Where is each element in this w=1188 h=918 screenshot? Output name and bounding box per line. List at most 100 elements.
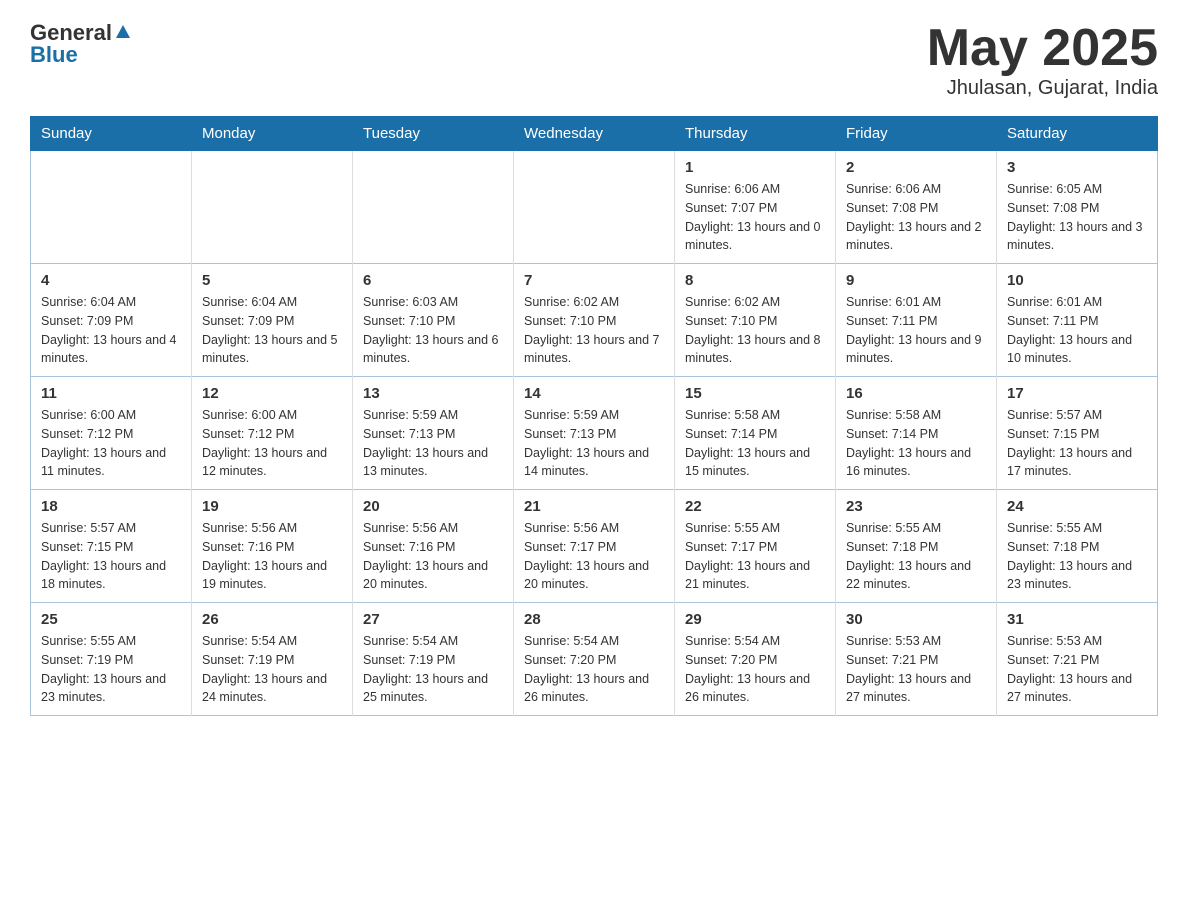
day-info: Sunrise: 6:05 AM Sunset: 7:08 PM Dayligh… bbox=[1007, 180, 1147, 255]
calendar-row-2: 11 Sunrise: 6:00 AM Sunset: 7:12 PM Dayli… bbox=[31, 377, 1158, 490]
day-info: Sunrise: 6:00 AM Sunset: 7:12 PM Dayligh… bbox=[202, 406, 342, 481]
calendar-row-3: 18 Sunrise: 5:57 AM Sunset: 7:15 PM Dayli… bbox=[31, 490, 1158, 603]
page-header: General Blue May 2025 Jhulasan, Gujarat,… bbox=[30, 20, 1158, 100]
calendar-cell: 23Sunrise: 5:55 AM Sunset: 7:18 PM Dayli… bbox=[836, 490, 997, 603]
day-info: Sunrise: 5:55 AM Sunset: 7:17 PM Dayligh… bbox=[685, 519, 825, 594]
day-info: Sunrise: 6:01 AM Sunset: 7:11 PM Dayligh… bbox=[1007, 293, 1147, 368]
day-number: 30 bbox=[846, 611, 986, 628]
day-info: Sunrise: 6:00 AM Sunset: 7:12 PM Dayligh… bbox=[41, 406, 181, 481]
header-wednesday: Wednesday bbox=[514, 117, 675, 151]
day-number: 12 bbox=[202, 385, 342, 402]
day-number: 1 bbox=[685, 159, 825, 176]
header-friday: Friday bbox=[836, 117, 997, 151]
day-number: 13 bbox=[363, 385, 503, 402]
day-number: 9 bbox=[846, 272, 986, 289]
calendar-title: May 2025 bbox=[927, 20, 1158, 77]
day-info: Sunrise: 5:59 AM Sunset: 7:13 PM Dayligh… bbox=[524, 406, 664, 481]
calendar-cell: 29Sunrise: 5:54 AM Sunset: 7:20 PM Dayli… bbox=[675, 603, 836, 716]
day-info: Sunrise: 5:53 AM Sunset: 7:21 PM Dayligh… bbox=[1007, 632, 1147, 707]
calendar-cell: 7 Sunrise: 6:02 AM Sunset: 7:10 PM Daylig… bbox=[514, 264, 675, 377]
calendar-cell: 9 Sunrise: 6:01 AM Sunset: 7:11 PM Daylig… bbox=[836, 264, 997, 377]
day-number: 4 bbox=[41, 272, 181, 289]
calendar-cell: 10 Sunrise: 6:01 AM Sunset: 7:11 PM Dayli… bbox=[997, 264, 1158, 377]
day-number: 7 bbox=[524, 272, 664, 289]
day-info: Sunrise: 5:54 AM Sunset: 7:19 PM Dayligh… bbox=[202, 632, 342, 707]
day-info: Sunrise: 6:06 AM Sunset: 7:07 PM Dayligh… bbox=[685, 180, 825, 255]
calendar-cell: 27 Sunrise: 5:54 AM Sunset: 7:19 PM Dayli… bbox=[353, 603, 514, 716]
calendar-cell: 1 Sunrise: 6:06 AM Sunset: 7:07 PM Daylig… bbox=[675, 151, 836, 264]
calendar-cell: 20Sunrise: 5:56 AM Sunset: 7:16 PM Dayli… bbox=[353, 490, 514, 603]
logo-text-blue: Blue bbox=[30, 42, 78, 68]
calendar-cell: 4 Sunrise: 6:04 AM Sunset: 7:09 PM Daylig… bbox=[31, 264, 192, 377]
day-info: Sunrise: 6:06 AM Sunset: 7:08 PM Dayligh… bbox=[846, 180, 986, 255]
day-info: Sunrise: 5:56 AM Sunset: 7:16 PM Dayligh… bbox=[363, 519, 503, 594]
calendar-cell: 14 Sunrise: 5:59 AM Sunset: 7:13 PM Dayli… bbox=[514, 377, 675, 490]
day-number: 26 bbox=[202, 611, 342, 628]
calendar-header-row: SundayMondayTuesdayWednesdayThursdayFrid… bbox=[31, 117, 1158, 151]
day-info: Sunrise: 5:57 AM Sunset: 7:15 PM Dayligh… bbox=[1007, 406, 1147, 481]
calendar-cell: 3 Sunrise: 6:05 AM Sunset: 7:08 PM Daylig… bbox=[997, 151, 1158, 264]
calendar-cell: 5Sunrise: 6:04 AM Sunset: 7:09 PM Daylig… bbox=[192, 264, 353, 377]
calendar-table: SundayMondayTuesdayWednesdayThursdayFrid… bbox=[30, 116, 1158, 716]
calendar-cell: 26 Sunrise: 5:54 AM Sunset: 7:19 PM Dayli… bbox=[192, 603, 353, 716]
day-number: 14 bbox=[524, 385, 664, 402]
day-number: 25 bbox=[41, 611, 181, 628]
day-info: Sunrise: 6:04 AM Sunset: 7:09 PM Dayligh… bbox=[41, 293, 181, 368]
day-number: 21 bbox=[524, 498, 664, 515]
day-number: 8 bbox=[685, 272, 825, 289]
calendar-cell: 13 Sunrise: 5:59 AM Sunset: 7:13 PM Dayli… bbox=[353, 377, 514, 490]
calendar-row-0: 1 Sunrise: 6:06 AM Sunset: 7:07 PM Daylig… bbox=[31, 151, 1158, 264]
day-number: 11 bbox=[41, 385, 181, 402]
day-info: Sunrise: 6:01 AM Sunset: 7:11 PM Dayligh… bbox=[846, 293, 986, 368]
day-number: 15 bbox=[685, 385, 825, 402]
calendar-cell: 2 Sunrise: 6:06 AM Sunset: 7:08 PM Daylig… bbox=[836, 151, 997, 264]
day-info: Sunrise: 5:56 AM Sunset: 7:16 PM Dayligh… bbox=[202, 519, 342, 594]
day-number: 16 bbox=[846, 385, 986, 402]
calendar-cell: 24 Sunrise: 5:55 AM Sunset: 7:18 PM Dayli… bbox=[997, 490, 1158, 603]
calendar-cell: 6 Sunrise: 6:03 AM Sunset: 7:10 PM Daylig… bbox=[353, 264, 514, 377]
day-info: Sunrise: 5:54 AM Sunset: 7:20 PM Dayligh… bbox=[685, 632, 825, 707]
title-block: May 2025 Jhulasan, Gujarat, India bbox=[927, 20, 1158, 100]
day-number: 10 bbox=[1007, 272, 1147, 289]
calendar-cell: 22Sunrise: 5:55 AM Sunset: 7:17 PM Dayli… bbox=[675, 490, 836, 603]
header-saturday: Saturday bbox=[997, 117, 1158, 151]
header-tuesday: Tuesday bbox=[353, 117, 514, 151]
header-monday: Monday bbox=[192, 117, 353, 151]
calendar-row-1: 4 Sunrise: 6:04 AM Sunset: 7:09 PM Daylig… bbox=[31, 264, 1158, 377]
day-info: Sunrise: 6:03 AM Sunset: 7:10 PM Dayligh… bbox=[363, 293, 503, 368]
day-number: 18 bbox=[41, 498, 181, 515]
day-info: Sunrise: 5:57 AM Sunset: 7:15 PM Dayligh… bbox=[41, 519, 181, 594]
day-info: Sunrise: 5:53 AM Sunset: 7:21 PM Dayligh… bbox=[846, 632, 986, 707]
calendar-cell: 31 Sunrise: 5:53 AM Sunset: 7:21 PM Dayli… bbox=[997, 603, 1158, 716]
day-number: 2 bbox=[846, 159, 986, 176]
calendar-cell: 11 Sunrise: 6:00 AM Sunset: 7:12 PM Dayli… bbox=[31, 377, 192, 490]
calendar-cell: 8Sunrise: 6:02 AM Sunset: 7:10 PM Daylig… bbox=[675, 264, 836, 377]
day-info: Sunrise: 5:54 AM Sunset: 7:19 PM Dayligh… bbox=[363, 632, 503, 707]
day-number: 19 bbox=[202, 498, 342, 515]
calendar-cell: 21Sunrise: 5:56 AM Sunset: 7:17 PM Dayli… bbox=[514, 490, 675, 603]
day-number: 28 bbox=[524, 611, 664, 628]
calendar-cell: 16Sunrise: 5:58 AM Sunset: 7:14 PM Dayli… bbox=[836, 377, 997, 490]
calendar-cell: 17 Sunrise: 5:57 AM Sunset: 7:15 PM Dayli… bbox=[997, 377, 1158, 490]
logo-triangle-icon bbox=[114, 22, 132, 40]
day-info: Sunrise: 5:58 AM Sunset: 7:14 PM Dayligh… bbox=[685, 406, 825, 481]
day-number: 6 bbox=[363, 272, 503, 289]
day-info: Sunrise: 5:55 AM Sunset: 7:18 PM Dayligh… bbox=[1007, 519, 1147, 594]
calendar-cell: 18 Sunrise: 5:57 AM Sunset: 7:15 PM Dayli… bbox=[31, 490, 192, 603]
calendar-cell: 30 Sunrise: 5:53 AM Sunset: 7:21 PM Dayli… bbox=[836, 603, 997, 716]
day-number: 17 bbox=[1007, 385, 1147, 402]
day-number: 27 bbox=[363, 611, 503, 628]
day-number: 3 bbox=[1007, 159, 1147, 176]
calendar-cell: 12 Sunrise: 6:00 AM Sunset: 7:12 PM Dayli… bbox=[192, 377, 353, 490]
day-number: 31 bbox=[1007, 611, 1147, 628]
day-number: 23 bbox=[846, 498, 986, 515]
day-number: 5 bbox=[202, 272, 342, 289]
calendar-cell bbox=[514, 151, 675, 264]
day-info: Sunrise: 5:59 AM Sunset: 7:13 PM Dayligh… bbox=[363, 406, 503, 481]
day-number: 24 bbox=[1007, 498, 1147, 515]
calendar-cell: 19 Sunrise: 5:56 AM Sunset: 7:16 PM Dayli… bbox=[192, 490, 353, 603]
header-sunday: Sunday bbox=[31, 117, 192, 151]
calendar-row-4: 25Sunrise: 5:55 AM Sunset: 7:19 PM Dayli… bbox=[31, 603, 1158, 716]
day-info: Sunrise: 6:02 AM Sunset: 7:10 PM Dayligh… bbox=[524, 293, 664, 368]
calendar-cell: 25Sunrise: 5:55 AM Sunset: 7:19 PM Dayli… bbox=[31, 603, 192, 716]
